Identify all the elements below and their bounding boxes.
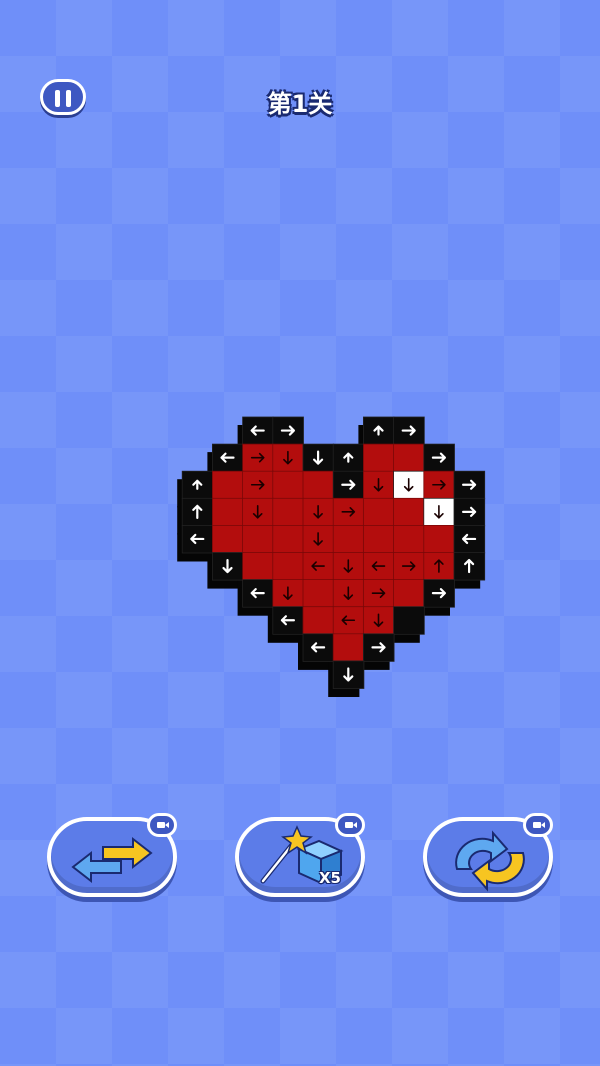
puzzle-tile[interactable] [211,525,244,554]
video-ad-icon [335,813,365,837]
puzzle-tile[interactable] [211,470,244,500]
puzzle-tile[interactable] [362,443,395,473]
magic-count: X5 [318,869,341,887]
video-ad-icon [147,813,177,837]
puzzle-tile[interactable] [242,552,274,581]
puzzle-tile[interactable] [393,525,425,554]
puzzle-tile[interactable] [332,525,365,554]
puzzle-tile[interactable] [242,525,274,554]
magic-cube-button[interactable]: X5 [235,813,365,897]
puzzle-tile[interactable] [393,606,425,635]
puzzle-tile[interactable] [272,497,304,527]
rotate-button[interactable] [423,813,553,897]
puzzle-tile[interactable] [393,443,425,473]
puzzle-tile[interactable] [211,497,244,527]
puzzle-tile[interactable] [362,497,395,527]
puzzle-tile[interactable] [302,606,335,635]
puzzle-tile[interactable] [393,579,425,608]
puzzle-tile[interactable] [393,497,425,527]
puzzle-tile[interactable] [423,525,455,554]
video-ad-icon [523,813,553,837]
puzzle-tile[interactable] [272,525,304,554]
puzzle-tile[interactable] [362,525,395,554]
puzzle-tile[interactable] [302,579,335,608]
puzzle-board[interactable] [0,0,600,1066]
puzzle-tile[interactable] [272,552,304,581]
puzzle-tile[interactable] [302,470,335,500]
swap-button[interactable] [47,813,177,897]
puzzle-tile[interactable] [272,470,304,500]
puzzle-tile[interactable] [332,633,365,662]
